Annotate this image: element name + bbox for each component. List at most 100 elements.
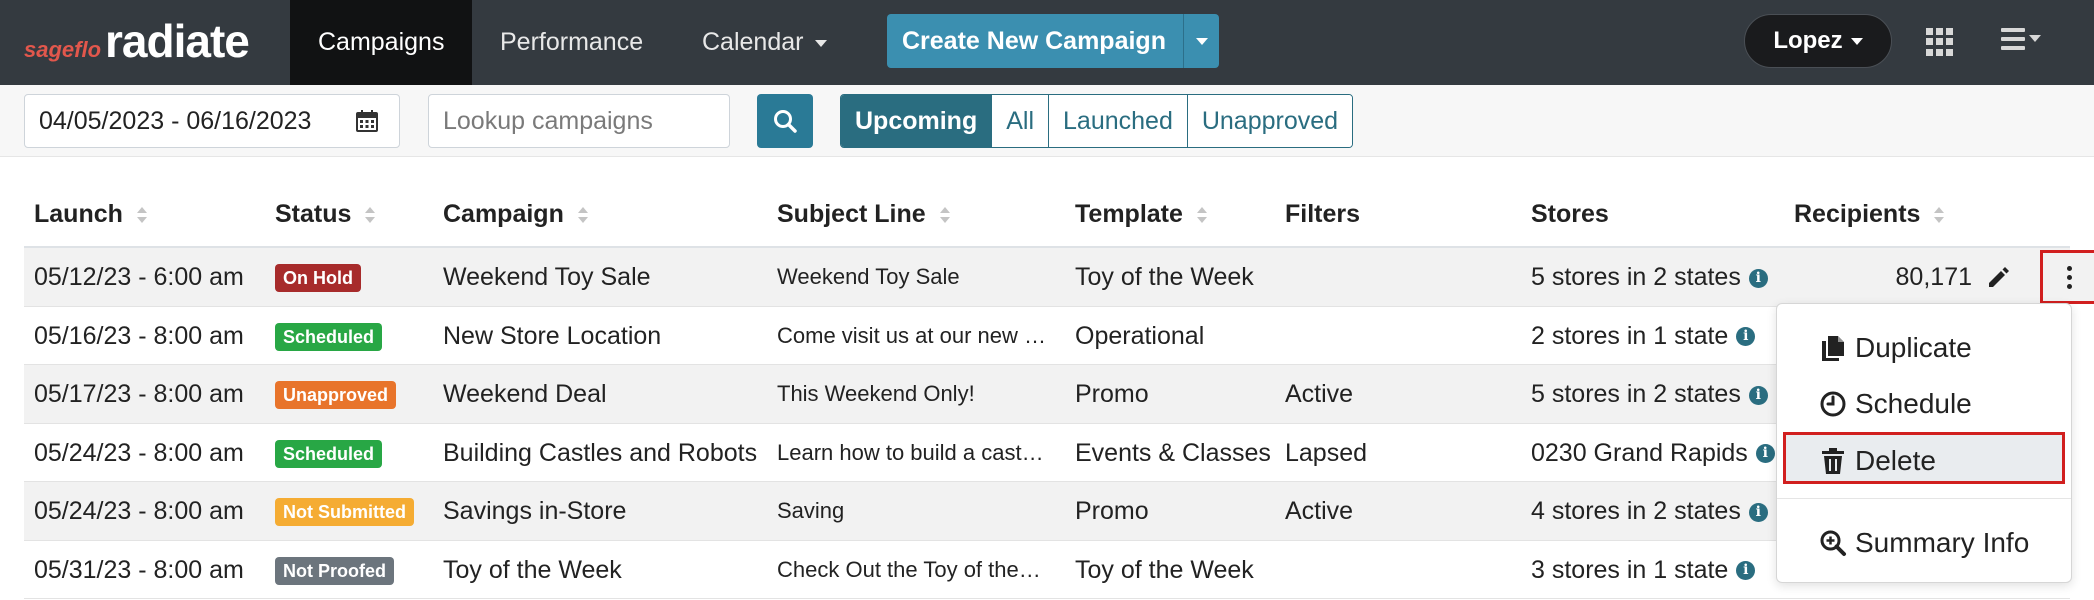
menu-item-label: Duplicate xyxy=(1855,332,1972,363)
user-menu-button[interactable]: Lopez xyxy=(1744,14,1892,68)
trash-icon xyxy=(1822,448,1844,474)
status-badge: Scheduled xyxy=(275,322,383,351)
info-icon[interactable]: i xyxy=(1748,268,1768,288)
chevron-down-icon xyxy=(1195,37,1208,45)
nav-campaigns[interactable]: Campaigns xyxy=(290,0,473,85)
info-icon[interactable]: i xyxy=(1736,327,1756,347)
copy-icon xyxy=(1822,336,1844,361)
table-row[interactable]: 05/17/23 - 8:00 am Unapproved Weekend De… xyxy=(24,365,2070,424)
menu-item-label: Delete xyxy=(1855,445,1936,476)
info-icon[interactable]: i xyxy=(1755,444,1775,464)
column-header-subject[interactable]: Subject Line xyxy=(777,200,950,229)
date-range-input[interactable]: 04/05/2023 - 06/16/2023 xyxy=(24,94,400,148)
campaigns-table: Launch Status Campaign Subject Line Temp… xyxy=(24,190,2094,599)
create-campaign-dropdown-toggle[interactable] xyxy=(1183,14,1219,68)
kebab-icon xyxy=(2066,264,2072,291)
create-campaign-button[interactable]: Create New Campaign xyxy=(887,14,1183,68)
stores-cell: 5 stores in 2 states xyxy=(1531,380,1741,408)
nav-performance[interactable]: Performance xyxy=(472,0,671,85)
campaign-name[interactable]: Savings in-Store xyxy=(443,482,626,540)
menu-divider xyxy=(1777,498,2071,499)
template-cell: Toy of the Week xyxy=(1075,263,1254,291)
template-cell: Events & Classes xyxy=(1075,438,1271,467)
filter-upcoming[interactable]: Upcoming xyxy=(841,95,992,147)
sort-icon xyxy=(1934,207,1945,224)
chevron-down-icon xyxy=(815,39,828,47)
brand-logo[interactable]: sageflo radiate xyxy=(24,14,250,70)
grid-icon[interactable] xyxy=(1926,28,1954,56)
column-header-recipients[interactable]: Recipients xyxy=(1794,200,1945,229)
subject-line: Learn how to build a cast… xyxy=(777,439,1044,465)
template-cell: Toy of the Week xyxy=(1075,555,1254,584)
table-row[interactable]: 05/31/23 - 8:00 am Not Proofed Toy of th… xyxy=(24,541,2070,599)
launch-cell: 05/24/23 - 8:00 am xyxy=(34,438,244,467)
status-badge: Scheduled xyxy=(275,439,383,468)
campaign-name[interactable]: New Store Location xyxy=(443,307,661,365)
status-badge: Not Proofed xyxy=(275,556,394,585)
subject-line: Saving xyxy=(777,498,845,523)
launch-cell: 05/16/23 - 8:00 am xyxy=(34,321,244,350)
stores-cell: 2 stores in 1 state xyxy=(1531,321,1729,350)
row-actions-menu: Duplicate Schedule Delete Summary Info xyxy=(1776,303,2072,583)
menu-item-delete[interactable]: Delete xyxy=(1783,432,2065,484)
table-row[interactable]: 05/16/23 - 8:00 am Scheduled New Store L… xyxy=(24,307,2070,365)
template-cell: Promo xyxy=(1075,380,1149,408)
filter-all[interactable]: All xyxy=(991,95,1049,147)
stores-cell: 5 stores in 2 states xyxy=(1531,263,1741,291)
launch-cell: 05/24/23 - 8:00 am xyxy=(34,497,244,525)
brand-big-text: radiate xyxy=(105,15,250,67)
search-button[interactable] xyxy=(757,94,813,148)
nav-calendar[interactable]: Calendar xyxy=(674,0,855,85)
subject-line: Come visit us at our new … xyxy=(777,322,1046,348)
menu-item-summary-info[interactable]: Summary Info xyxy=(1777,517,2071,569)
hamburger-icon[interactable] xyxy=(2001,28,2053,54)
info-icon[interactable]: i xyxy=(1736,561,1756,581)
table-row[interactable]: 05/24/23 - 8:00 am Not Submitted Savings… xyxy=(24,482,2070,541)
column-header-launch[interactable]: Launch xyxy=(34,200,147,229)
info-icon[interactable]: i xyxy=(1748,385,1768,405)
campaign-name[interactable]: Weekend Toy Sale xyxy=(443,248,651,306)
top-navbar: sageflo radiate Campaigns Performance Ca… xyxy=(0,0,2094,85)
menu-item-label: Schedule xyxy=(1855,388,1972,419)
clock-icon xyxy=(1820,391,1846,417)
column-header-campaign[interactable]: Campaign xyxy=(443,200,588,229)
column-header-filters: Filters xyxy=(1285,200,1361,228)
info-icon[interactable]: i xyxy=(1748,502,1768,522)
sort-icon xyxy=(577,207,588,224)
column-header-status[interactable]: Status xyxy=(275,200,376,229)
stores-cell: 0230 Grand Rapids xyxy=(1531,438,1748,467)
filters-cell: Active xyxy=(1285,497,1354,525)
table-row[interactable]: 05/12/23 - 6:00 am On Hold Weekend Toy S… xyxy=(24,248,2094,307)
status-badge: Unapproved xyxy=(275,381,397,410)
recipients-cell: 80,171 xyxy=(1895,263,1972,291)
campaign-name[interactable]: Building Castles and Robots xyxy=(443,424,757,482)
menu-item-schedule[interactable]: Schedule xyxy=(1777,378,2071,430)
template-cell: Operational xyxy=(1075,321,1205,350)
column-header-stores: Stores xyxy=(1531,200,1609,228)
sort-icon xyxy=(136,207,147,224)
chevron-down-icon xyxy=(1850,38,1863,46)
menu-item-duplicate[interactable]: Duplicate xyxy=(1777,322,2071,374)
search-icon xyxy=(774,110,797,133)
zoom-icon xyxy=(1820,530,1846,556)
search-input[interactable] xyxy=(428,94,730,148)
filters-cell: Lapsed xyxy=(1285,438,1368,467)
brand-small-text: sageflo xyxy=(24,37,102,62)
date-range-value: 04/05/2023 - 06/16/2023 xyxy=(39,107,312,135)
filter-launched[interactable]: Launched xyxy=(1048,95,1187,147)
campaign-name[interactable]: Toy of the Week xyxy=(443,541,622,599)
nav-campaigns-label: Campaigns xyxy=(318,28,445,56)
subject-line: Check Out the Toy of the… xyxy=(777,556,1041,582)
subject-line: Weekend Toy Sale xyxy=(777,264,960,289)
row-actions-button[interactable] xyxy=(2040,250,2094,304)
launch-cell: 05/12/23 - 6:00 am xyxy=(34,263,244,291)
sort-icon xyxy=(365,207,376,224)
status-filter-group: Upcoming All Launched Unapproved xyxy=(840,94,1354,148)
status-badge: On Hold xyxy=(275,264,361,293)
calendar-icon[interactable] xyxy=(355,109,379,133)
filter-unapproved[interactable]: Unapproved xyxy=(1186,95,1353,147)
table-row[interactable]: 05/24/23 - 8:00 am Scheduled Building Ca… xyxy=(24,424,2070,482)
pencil-icon[interactable] xyxy=(1986,264,2012,290)
campaign-name[interactable]: Weekend Deal xyxy=(443,365,607,423)
column-header-template[interactable]: Template xyxy=(1075,200,1207,229)
